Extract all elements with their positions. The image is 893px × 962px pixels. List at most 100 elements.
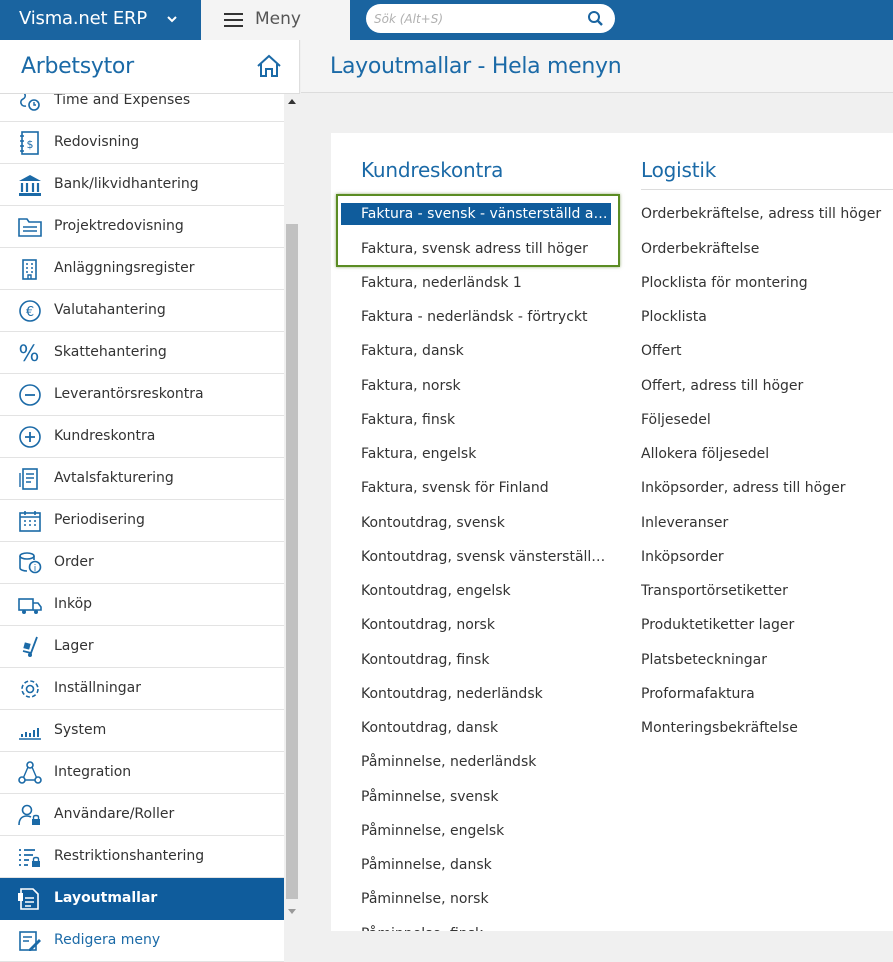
hamburger-icon [224, 13, 243, 27]
list-item[interactable]: Faktura, norsk [361, 375, 611, 397]
svg-text:%: % [19, 342, 40, 365]
sidebar-item-label: Restriktionshantering [54, 848, 205, 864]
brand-switcher[interactable]: Visma.net ERP [0, 0, 200, 40]
gear-icon [21, 680, 39, 698]
list-item[interactable]: Faktura, finsk [361, 409, 611, 431]
sidebar-item-label: Layoutmallar [54, 890, 158, 906]
column-divider [641, 189, 893, 190]
sidebar-item-order[interactable]: i Order [0, 542, 284, 584]
list-item[interactable]: Faktura - svensk - vänsterställd adress [341, 203, 611, 225]
sidebar-item-valutahantering[interactable]: € Valutahantering [0, 290, 284, 332]
sidebar-item-anlaggningsregister[interactable]: Anläggningsregister [0, 248, 284, 290]
list-item[interactable]: Påminnelse, engelsk [361, 820, 611, 842]
list-item[interactable]: Offert, adress till höger [641, 375, 893, 397]
list-item[interactable]: Monteringsbekräftelse [641, 717, 893, 739]
minus-circle-icon [19, 384, 41, 406]
top-bar: Visma.net ERP Meny [0, 0, 893, 40]
list-item[interactable]: Faktura, nederländsk 1 [361, 272, 611, 294]
sidebar-item-label: Användare/Roller [54, 806, 175, 822]
list-item[interactable]: Kontoutdrag, engelsk [361, 580, 611, 602]
list-item[interactable]: Platsbeteckningar [641, 649, 893, 671]
building-icon [22, 259, 37, 280]
list-item[interactable]: Kontoutdrag, nederländsk [361, 683, 611, 705]
column-title: Logistik [641, 158, 717, 182]
list-item[interactable]: Orderbekräftelse, adress till höger [641, 203, 893, 225]
list-item[interactable]: Påminnelse, norsk [361, 888, 611, 910]
list-item[interactable]: Påminnelse, finsk [361, 923, 611, 931]
page-header: Layoutmallar - Hela menyn [301, 40, 893, 93]
chevron-down-icon [167, 16, 177, 23]
plus-circle-icon [19, 426, 41, 448]
folder-icon [18, 218, 42, 237]
list-item[interactable]: Påminnelse, svensk [361, 786, 611, 808]
search-icon[interactable] [587, 10, 604, 27]
list-item[interactable]: Kontoutdrag, svensk [361, 512, 611, 534]
list-item[interactable]: Följesedel [641, 409, 893, 431]
list-item[interactable]: Offert [641, 340, 893, 362]
sidebar-item-bank[interactable]: Bank/likvidhantering [0, 164, 284, 206]
svg-text:i: i [34, 564, 37, 574]
scroll-up-arrow-icon[interactable] [288, 99, 296, 104]
sidebar-item-label: Integration [54, 764, 132, 780]
sidebar-scrollbar[interactable] [284, 94, 300, 962]
sidebar-item-projektredovisning[interactable]: Projektredovisning [0, 206, 284, 248]
sidebar: Arbetsytor Time and Expenses $ Redovisni… [0, 40, 300, 962]
integration-icon [18, 761, 42, 784]
sidebar-item-skattehantering[interactable]: % Skattehantering [0, 332, 284, 374]
time-expenses-icon [20, 94, 40, 111]
list-item[interactable]: Transportörsetiketter [641, 580, 893, 602]
list-item[interactable]: Inleveranser [641, 512, 893, 534]
list-item[interactable]: Faktura, dansk [361, 340, 611, 362]
list-item[interactable]: Kontoutdrag, norsk [361, 614, 611, 636]
sidebar-item-anvandare-roller[interactable]: Användare/Roller [0, 794, 284, 836]
sidebar-item-label: Leverantörsreskontra [54, 386, 204, 402]
sidebar-item-redigera-meny[interactable]: Redigera meny [0, 920, 284, 962]
list-item[interactable]: Produktetiketter lager [641, 614, 893, 636]
sidebar-item-label: Periodisering [54, 512, 145, 528]
list-item[interactable]: Påminnelse, dansk [361, 854, 611, 876]
list-item[interactable]: Faktura, svensk adress till höger [361, 238, 611, 260]
list-item[interactable]: Faktura, engelsk [361, 443, 611, 465]
sidebar-item-redovisning[interactable]: $ Redovisning [0, 122, 284, 164]
sidebar-item-avtalsfakturering[interactable]: Avtalsfakturering [0, 458, 284, 500]
edit-menu-icon [19, 931, 41, 951]
sidebar-item-restriktionshantering[interactable]: Restriktionshantering [0, 836, 284, 878]
sidebar-item-system[interactable]: System [0, 710, 284, 752]
sidebar-item-kundreskontra[interactable]: Kundreskontra [0, 416, 284, 458]
sidebar-item-label: Bank/likvidhantering [54, 176, 199, 192]
list-item[interactable]: Kontoutdrag, svensk vänsterställd adress [361, 546, 606, 568]
sidebar-item-inkop[interactable]: Inköp [0, 584, 284, 626]
search-input[interactable] [374, 10, 579, 27]
database-info-icon: i [19, 552, 42, 574]
list-item[interactable]: Påminnelse, nederländsk [361, 751, 611, 773]
list-item[interactable]: Orderbekräftelse [641, 238, 893, 260]
sidebar-item-layoutmallar[interactable]: Layoutmallar [0, 878, 284, 920]
list-item[interactable]: Inköpsorder, adress till höger [641, 477, 893, 499]
sidebar-item-label: Order [54, 554, 94, 570]
truck-icon [18, 598, 42, 614]
menu-button[interactable]: Meny [201, 0, 350, 40]
list-item[interactable]: Kontoutdrag, finsk [361, 649, 611, 671]
scrollbar-thumb[interactable] [286, 224, 298, 899]
list-item[interactable]: Faktura - nederländsk - förtryckt [361, 306, 611, 328]
list-item[interactable]: Plocklista [641, 306, 893, 328]
sidebar-item-leverantorsreskontra[interactable]: Leverantörsreskontra [0, 374, 284, 416]
bank-icon [19, 175, 41, 196]
sidebar-item-label: Lager [54, 638, 94, 654]
sidebar-item-installningar[interactable]: Inställningar [0, 668, 284, 710]
list-item[interactable]: Inköpsorder [641, 546, 893, 568]
contract-icon [19, 468, 38, 490]
sidebar-item-time-expenses[interactable]: Time and Expenses [0, 94, 284, 122]
list-item[interactable]: Kontoutdrag, dansk [361, 717, 611, 739]
sidebar-item-periodisering[interactable]: Periodisering [0, 500, 284, 542]
list-item[interactable]: Allokera följesedel [641, 443, 893, 465]
list-item[interactable]: Plocklista för montering [641, 272, 893, 294]
sidebar-item-label: Inköp [54, 596, 93, 612]
brand-label: Visma.net ERP [19, 8, 147, 29]
scroll-down-arrow-icon[interactable] [288, 909, 296, 914]
list-item[interactable]: Proformafaktura [641, 683, 893, 705]
sidebar-item-lager[interactable]: Lager [0, 626, 284, 668]
list-item[interactable]: Faktura, svensk för Finland [361, 477, 611, 499]
sidebar-item-integration[interactable]: Integration [0, 752, 284, 794]
home-icon[interactable] [256, 54, 282, 78]
